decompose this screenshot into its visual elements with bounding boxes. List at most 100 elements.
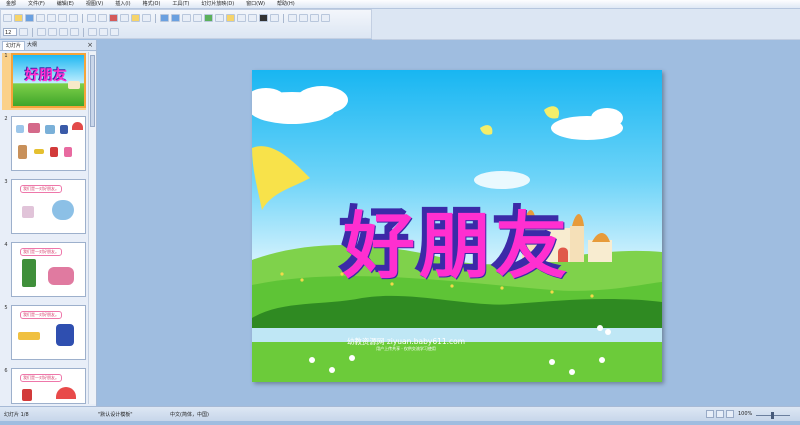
research-icon[interactable] bbox=[98, 14, 107, 22]
menu-item-window[interactable]: 窗口(W) bbox=[240, 0, 271, 8]
formatting-toolbar: 12 bbox=[3, 26, 119, 38]
menu-item-format[interactable]: 格式(O) bbox=[137, 0, 167, 8]
insert-picture-icon[interactable] bbox=[204, 14, 213, 22]
italic-icon[interactable] bbox=[48, 28, 57, 36]
status-bar: 幻灯片 1/8 "默认设计模板" 中文(简体，中国) 100% bbox=[0, 406, 800, 421]
menu-item-tools[interactable]: 工具(T) bbox=[166, 0, 195, 8]
key-icon bbox=[18, 332, 40, 340]
cup-icon bbox=[22, 206, 34, 218]
key-icon bbox=[34, 149, 44, 154]
permission-icon[interactable] bbox=[36, 14, 45, 22]
insert-textbox-icon[interactable] bbox=[215, 14, 224, 22]
boot-icon bbox=[50, 147, 58, 157]
cloud-icon bbox=[551, 108, 623, 140]
slide-canvas[interactable]: 好朋友 幼教资源网 ziyuan.baby611.com 用户上传共享 · 仅供… bbox=[252, 70, 662, 382]
toolbar-separator bbox=[155, 13, 156, 23]
shadow-icon[interactable] bbox=[70, 28, 79, 36]
umbrella-icon bbox=[56, 387, 76, 399]
color-grayscale-icon[interactable] bbox=[259, 14, 268, 22]
print-preview-icon[interactable] bbox=[69, 14, 78, 22]
font-color-icon[interactable] bbox=[288, 14, 297, 22]
grid-icon[interactable] bbox=[248, 14, 257, 22]
sock-icon bbox=[64, 147, 72, 157]
menu-item-file[interactable]: 文件(F) bbox=[22, 0, 51, 8]
bold-icon[interactable] bbox=[37, 28, 46, 36]
butterfly-icon bbox=[252, 146, 310, 210]
menu-item-slideshow[interactable]: 幻灯片放映(D) bbox=[195, 0, 240, 8]
menu-item-insert[interactable]: 插入(I) bbox=[109, 0, 136, 8]
zoom-icon[interactable] bbox=[270, 14, 279, 22]
zoom-level[interactable]: 100% bbox=[738, 411, 752, 417]
panel-scrollbar[interactable] bbox=[88, 52, 96, 404]
chevron-down-icon[interactable] bbox=[19, 28, 28, 36]
show-formatting-icon[interactable] bbox=[237, 14, 246, 22]
bag-icon bbox=[60, 125, 68, 134]
expand-all-icon[interactable] bbox=[226, 14, 235, 22]
font-size-select[interactable]: 12 bbox=[3, 28, 17, 36]
insert-table-icon[interactable] bbox=[193, 14, 202, 22]
copy-icon[interactable] bbox=[120, 14, 129, 22]
print-icon[interactable] bbox=[58, 14, 67, 22]
menu-item-edit[interactable]: 编辑(E) bbox=[51, 0, 80, 8]
slide-sorter-icon[interactable] bbox=[716, 410, 724, 418]
menu-item-help[interactable]: 帮助(H) bbox=[271, 0, 301, 8]
slideshow-icon[interactable] bbox=[726, 410, 734, 418]
insert-chart-icon[interactable] bbox=[182, 14, 191, 22]
undo-icon[interactable] bbox=[160, 14, 169, 22]
chair-icon bbox=[22, 259, 36, 287]
normal-view-icon[interactable] bbox=[706, 410, 714, 418]
tab-slides[interactable]: 幻灯片 bbox=[2, 41, 26, 50]
slide-title[interactable]: 好朋友 bbox=[252, 210, 662, 282]
align-center-icon[interactable] bbox=[99, 28, 108, 36]
save-icon[interactable] bbox=[25, 14, 34, 22]
cut-icon[interactable] bbox=[109, 14, 118, 22]
slide-thumbnail-2[interactable]: 2 bbox=[2, 116, 86, 173]
scrollbar-thumb[interactable] bbox=[90, 55, 95, 127]
table-icon bbox=[48, 267, 74, 285]
format-painter-icon[interactable] bbox=[142, 14, 151, 22]
design-icon[interactable] bbox=[299, 14, 308, 22]
toolbar-separator bbox=[82, 13, 83, 23]
slide-thumbnail-5[interactable]: 5 我们是一对好朋友。 bbox=[2, 305, 86, 362]
thumb-title: 好朋友 bbox=[25, 68, 67, 84]
slide-panel: 幻灯片 大纲 × 1 好朋友 2 3 我们是一对好朋友。 4 我们是一对好朋友。… bbox=[0, 40, 97, 406]
spelling-icon[interactable] bbox=[87, 14, 96, 22]
castle-icon bbox=[68, 81, 80, 89]
slide-count: 幻灯片 1/8 bbox=[4, 412, 29, 418]
align-right-icon[interactable] bbox=[110, 28, 119, 36]
table-icon bbox=[28, 123, 40, 133]
watermark-subtext: 用户上传共享 · 仅供交流学习使用 bbox=[376, 346, 436, 351]
slide-number: 2 bbox=[4, 116, 8, 122]
align-left-icon[interactable] bbox=[88, 28, 97, 36]
ribbon-background bbox=[372, 9, 800, 40]
new-slide-icon[interactable] bbox=[310, 14, 319, 22]
email-icon[interactable] bbox=[47, 14, 56, 22]
slide-thumbnail-4[interactable]: 4 我们是一对好朋友。 bbox=[2, 242, 86, 299]
template-name: "默认设计模板" bbox=[98, 412, 133, 418]
open-icon[interactable] bbox=[14, 14, 23, 22]
toolbar-separator bbox=[32, 27, 33, 37]
slide-number: 6 bbox=[4, 368, 8, 374]
slide-number: 3 bbox=[4, 179, 8, 185]
speech-bubble: 我们是一对好朋友。 bbox=[20, 248, 62, 256]
underline-icon[interactable] bbox=[59, 28, 68, 36]
menu-bar: 金部 文件(F) 编辑(E) 视图(V) 插入(I) 格式(O) 工具(T) 幻… bbox=[0, 0, 800, 9]
bag-icon bbox=[56, 324, 74, 346]
slide-preview: 我们是一对好朋友。 bbox=[11, 179, 86, 234]
new-icon[interactable] bbox=[3, 14, 12, 22]
tab-outline[interactable]: 大纲 bbox=[24, 41, 40, 49]
slide-number: 5 bbox=[4, 305, 8, 311]
chair-icon bbox=[18, 145, 27, 159]
close-icon[interactable]: × bbox=[87, 41, 93, 49]
slide-preview: 我们是一对好朋友。 bbox=[11, 368, 86, 404]
paste-icon[interactable] bbox=[131, 14, 140, 22]
slide-thumbnail-3[interactable]: 3 我们是一对好朋友。 bbox=[2, 179, 86, 236]
cup-icon bbox=[16, 125, 24, 133]
slide-thumbnail-1[interactable]: 1 好朋友 bbox=[2, 53, 86, 110]
menu-item-all[interactable]: 金部 bbox=[0, 0, 22, 8]
slide-preview bbox=[11, 116, 86, 171]
redo-icon[interactable] bbox=[171, 14, 180, 22]
zoom-slider-thumb[interactable] bbox=[771, 412, 774, 419]
menu-item-view[interactable]: 视图(V) bbox=[80, 0, 109, 8]
help-icon[interactable] bbox=[321, 14, 330, 22]
